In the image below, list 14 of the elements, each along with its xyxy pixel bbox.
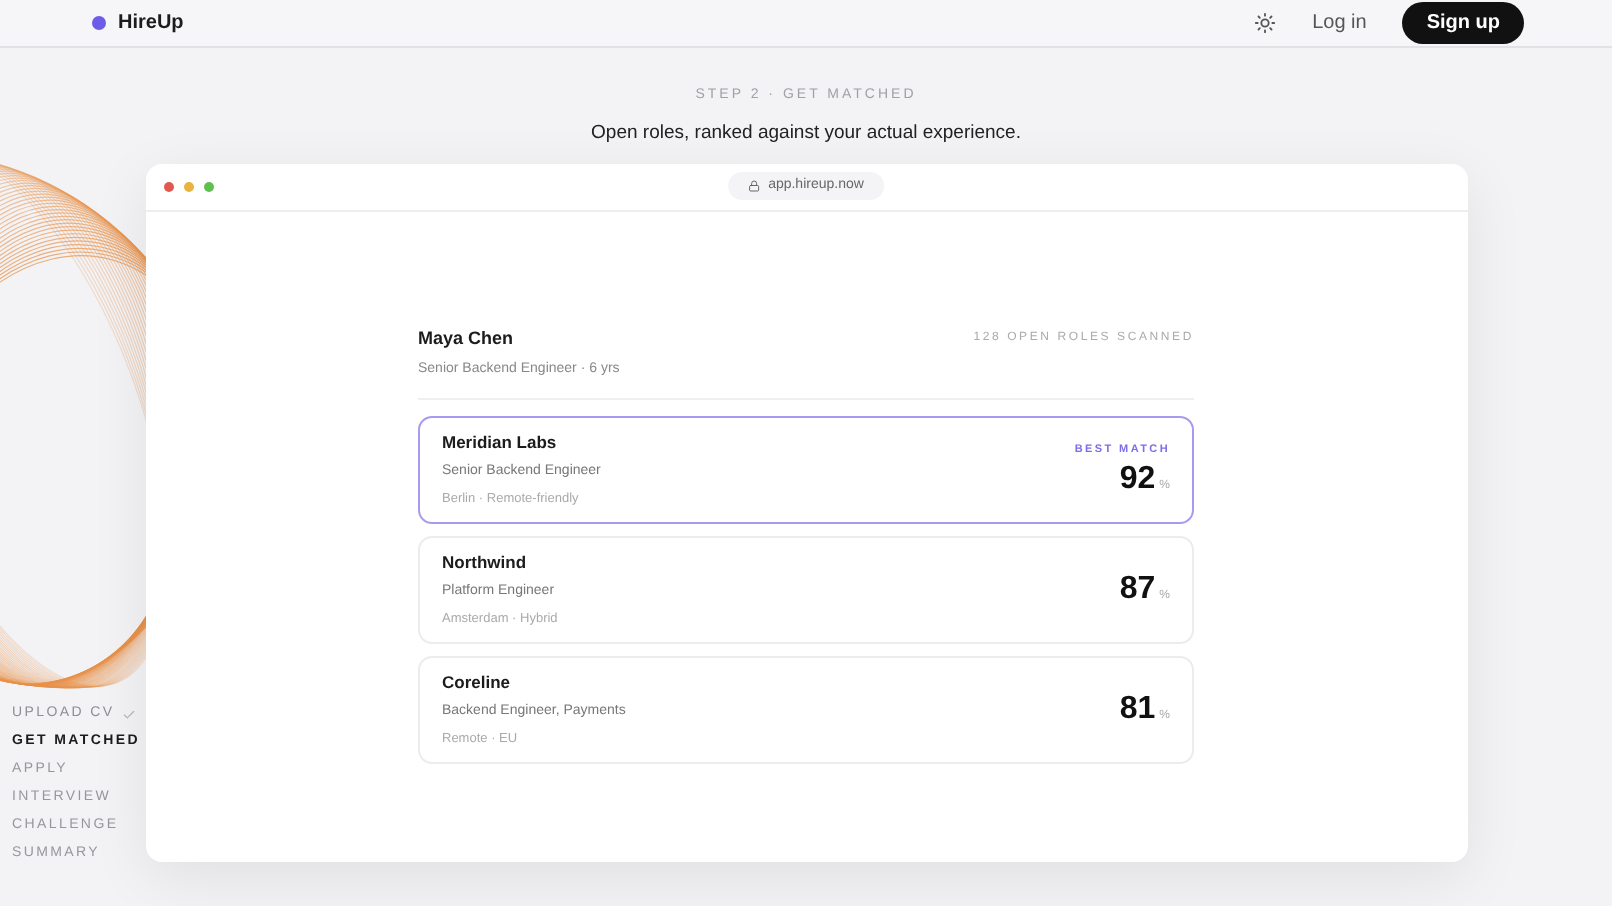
signup-button[interactable]: Sign up: [1402, 2, 1524, 44]
company-name: Meridian Labs: [442, 430, 559, 456]
lock-icon: [748, 180, 761, 193]
headline: Open roles, ranked against your actual experience.: [591, 119, 1021, 147]
company-name: Coreline: [442, 670, 513, 696]
match-score: 92: [1119, 464, 1156, 497]
candidate-name: Maya Chen: [418, 325, 516, 352]
brand-name: HireUp: [118, 10, 184, 38]
match-score: 81: [1119, 693, 1156, 726]
company-name: Northwind: [442, 550, 529, 576]
match-score: 87: [1119, 573, 1156, 606]
theme-toggle-icon[interactable]: [1254, 12, 1277, 34]
check-icon: [122, 707, 137, 721]
login-link[interactable]: Log in: [1312, 8, 1367, 38]
